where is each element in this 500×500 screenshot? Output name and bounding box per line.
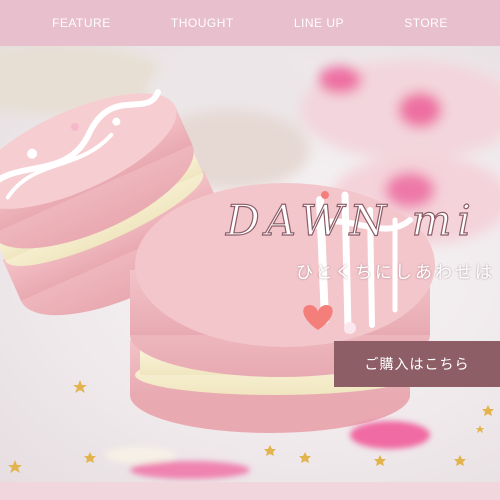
footer-band: [0, 482, 500, 500]
purchase-button[interactable]: ご購入はこちら: [334, 341, 500, 387]
nav-item-store[interactable]: STORE: [404, 16, 448, 30]
top-nav: FEATURE THOUGHT LINE UP STORE: [0, 0, 500, 46]
nav-item-line-up[interactable]: LINE UP: [294, 16, 344, 30]
nav-item-thought[interactable]: THOUGHT: [171, 16, 234, 30]
hero-tagline: ひとくちにしあわせは: [296, 263, 495, 283]
nav-item-feature[interactable]: FEATURE: [52, 16, 111, 30]
brand-title: DAWN mi: [225, 195, 477, 245]
